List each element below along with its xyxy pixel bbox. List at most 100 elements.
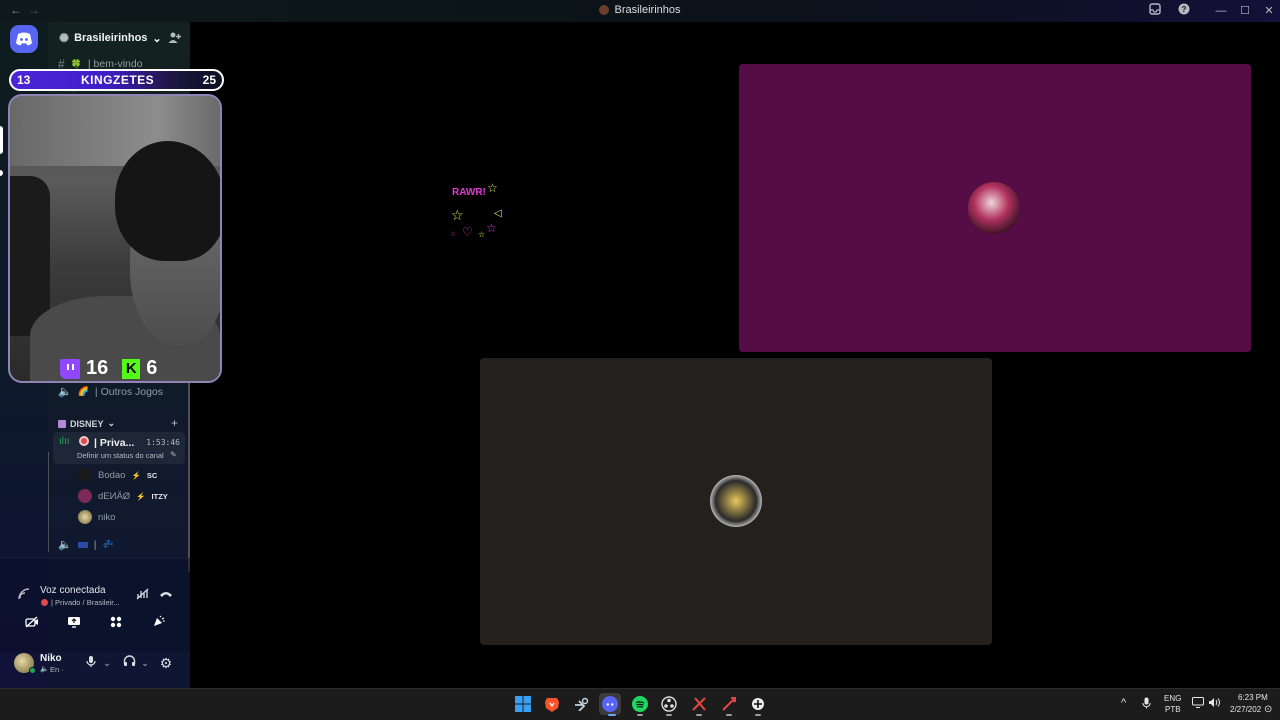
svg-text:♡: ♡	[462, 225, 473, 238]
svg-text:☆: ☆	[486, 221, 497, 235]
rawr-avatar-icon: RAWR! ☆ ☆ ◁ ♡ ☆ ☆ ☆	[450, 181, 502, 238]
clock-time[interactable]: 6:23 PM	[1238, 693, 1268, 702]
svg-text:RAWR!: RAWR!	[452, 187, 486, 198]
discord-taskbar-icon[interactable]	[599, 693, 621, 715]
microphone-icon[interactable]	[83, 655, 99, 671]
avatar	[78, 468, 92, 482]
svg-text:☆: ☆	[478, 230, 485, 238]
input-language[interactable]: ENG	[1164, 694, 1181, 703]
noise-suppression-icon[interactable]	[134, 588, 150, 604]
mic-options-chevron-icon[interactable]: ⌄	[99, 655, 115, 671]
screen-share-button[interactable]	[58, 615, 90, 635]
server-name: Brasileirinhos	[74, 32, 148, 44]
add-channel-icon[interactable]: +	[171, 416, 178, 430]
user-status: En ·	[50, 665, 64, 674]
speaker-icon: 🔈	[58, 386, 72, 398]
discord-home-icon[interactable]	[10, 25, 38, 53]
avatar	[78, 510, 92, 524]
minimize-button[interactable]: —	[1213, 3, 1229, 19]
clover-emoji-icon: 🍀	[70, 58, 82, 69]
voice-member-bodao[interactable]: Bodao ⚡ SC	[78, 468, 157, 482]
obs-icon[interactable]	[658, 693, 680, 715]
score-overlay: 13 KINGZETES 25	[9, 69, 224, 91]
active-server-indicator	[0, 126, 3, 154]
channel-name: | Outros Jogos	[94, 385, 164, 398]
voice-member-deno[interactable]: dEИÄØ ⚡ ITZY	[78, 489, 168, 503]
voice-member-niko[interactable]: niko	[78, 510, 115, 524]
user-name[interactable]: Niko	[40, 653, 62, 664]
running-app-indicator	[755, 714, 761, 716]
active-app-indicator	[608, 714, 616, 716]
invite-member-icon[interactable]	[168, 31, 182, 45]
volume-icon[interactable]	[1208, 697, 1221, 710]
keyboard-layout[interactable]: PTB	[1165, 705, 1181, 714]
sidebar-scrollbar[interactable]	[188, 382, 190, 572]
activities-button[interactable]	[100, 615, 132, 635]
steam-icon[interactable]	[570, 693, 592, 715]
camera-off-button[interactable]	[16, 615, 48, 635]
maximize-button[interactable]: ☐	[1237, 3, 1253, 19]
pencil-icon[interactable]: ✎	[170, 450, 177, 459]
svg-text:☆: ☆	[451, 208, 464, 224]
notification-icon[interactable]: ⊙	[1264, 704, 1272, 715]
svg-text:◁: ◁	[494, 208, 502, 219]
running-app-indicator	[637, 714, 643, 716]
rainbow-emoji-icon: 🌈	[77, 386, 89, 396]
score-left: 13	[17, 73, 31, 87]
running-app-indicator	[726, 714, 732, 716]
avatar	[78, 489, 92, 503]
spotify-icon[interactable]	[629, 693, 651, 715]
voice-connected-channel[interactable]: | Privado / Brasileir...	[51, 598, 120, 607]
channel-name: |	[93, 538, 97, 551]
zzz-emoji-icon: 💤	[102, 539, 114, 549]
speaker-icon: 🔈	[40, 666, 49, 673]
avatar	[968, 182, 1020, 234]
unread-server-indicator	[0, 170, 3, 176]
voice-connected-title: Voz conectada	[40, 585, 106, 596]
game-launcher-2-icon[interactable]	[718, 693, 740, 715]
windows-start-icon[interactable]	[512, 693, 534, 715]
active-channel-name: | Priva...	[94, 437, 135, 449]
clock-date[interactable]: 2/27/202	[1230, 705, 1261, 714]
disconnect-icon[interactable]	[158, 588, 174, 604]
member-name: Bodao	[98, 469, 126, 481]
flag-emoji-icon	[77, 541, 88, 548]
voice-channel-sleep[interactable]: 🔈 | 💤	[58, 538, 114, 552]
headphones-icon[interactable]	[121, 655, 137, 671]
call-timer: 1:53:46	[146, 438, 180, 447]
brave-browser-icon[interactable]	[541, 693, 563, 715]
member-name: dEИÄØ	[98, 490, 131, 502]
audio-options-chevron-icon[interactable]: ⌄	[137, 655, 153, 671]
speaker-icon: 🔈	[58, 539, 72, 551]
score-title: KINGZETES	[81, 73, 155, 87]
help-icon[interactable]: ?	[1176, 3, 1192, 19]
voice-activity-icon: ılıı	[59, 436, 70, 447]
streamer-app-icon[interactable]	[747, 693, 769, 715]
svg-text:☆: ☆	[487, 181, 498, 195]
connection-signal-icon[interactable]	[18, 588, 30, 603]
chevron-down-icon: ⌄	[107, 418, 116, 428]
follower-counters: 16 K 6	[60, 357, 157, 380]
no-entry-emoji-icon	[41, 599, 48, 606]
window-title: Brasileirinhos	[0, 4, 1280, 16]
settings-gear-icon[interactable]: ⚙	[158, 655, 174, 671]
no-entry-emoji-icon	[79, 436, 89, 446]
display-tray-icon[interactable]	[1192, 697, 1204, 710]
channel-status-input[interactable]: Definir um status do canal	[77, 451, 164, 460]
window-title-text: Brasileirinhos	[614, 4, 681, 16]
webcam-hair	[115, 141, 220, 261]
inbox-icon[interactable]	[1147, 3, 1163, 19]
close-button[interactable]: ✕	[1261, 3, 1277, 19]
title-bar: ← → Brasileirinhos ? — ☐ ✕	[0, 0, 1280, 22]
microphone-tray-icon[interactable]	[1142, 697, 1151, 711]
chevron-down-icon: ⌄	[152, 32, 162, 45]
voice-channel-outros-jogos[interactable]: 🔈 🌈 | Outros Jogos	[58, 385, 164, 399]
running-app-indicator	[696, 714, 702, 716]
soundboard-button[interactable]	[142, 615, 174, 635]
category-disney[interactable]: DISNEY ⌄	[58, 418, 115, 429]
svg-text:?: ?	[1182, 5, 1187, 14]
kick-count: 6	[146, 357, 158, 379]
tray-overflow-icon[interactable]: ^	[1121, 697, 1126, 709]
svg-text:☆: ☆	[450, 230, 456, 238]
game-launcher-icon[interactable]	[688, 693, 710, 715]
